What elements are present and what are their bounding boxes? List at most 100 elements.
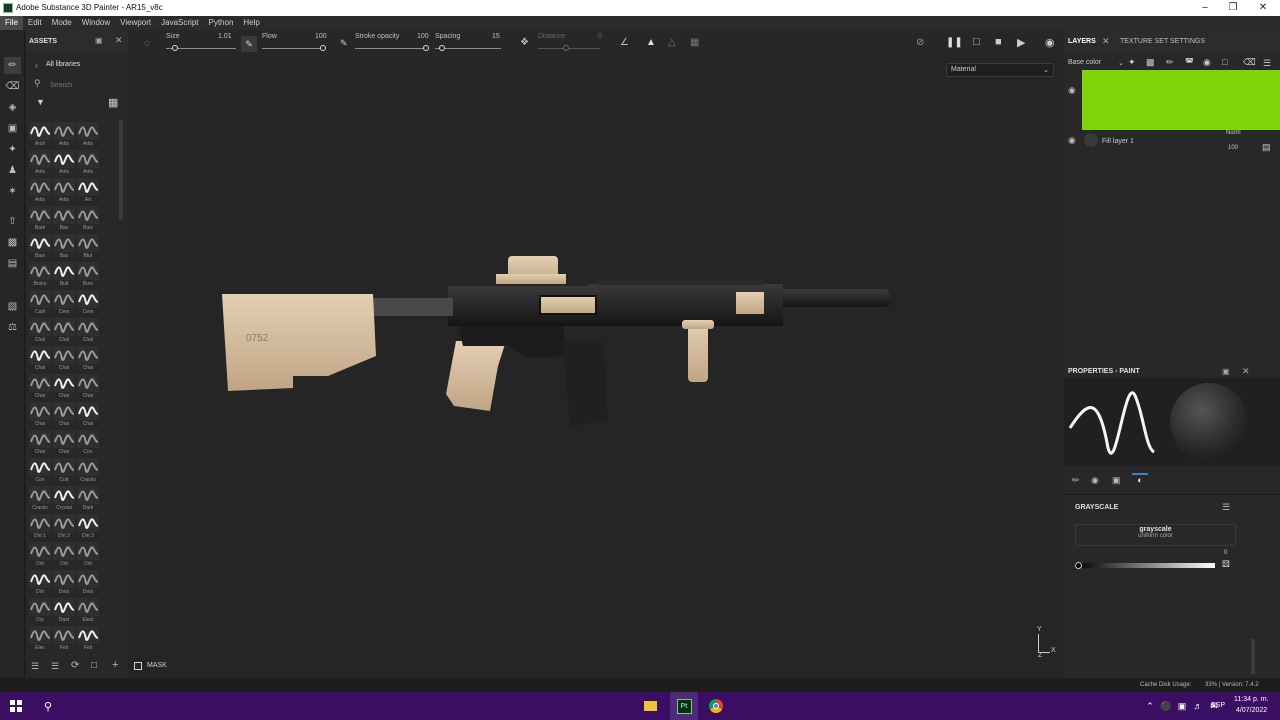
spacing-handle[interactable] xyxy=(439,45,445,51)
new-window-icon[interactable]: □ xyxy=(91,660,97,671)
close-panel-icon[interactable]: ✕ xyxy=(115,35,123,46)
brush-tile[interactable] xyxy=(29,598,51,616)
tab-texture-set-settings[interactable]: TEXTURE SET SETTINGS xyxy=(1120,38,1205,45)
shelf-icon[interactable]: ▧ xyxy=(4,298,21,315)
video-camera-icon[interactable]: ▶ xyxy=(1017,36,1025,49)
eraser-icon[interactable]: ⌫ xyxy=(4,78,21,95)
search-icon[interactable]: ⚲ xyxy=(40,698,56,714)
brush-tile[interactable] xyxy=(29,318,51,336)
brush-tile[interactable] xyxy=(77,514,99,532)
brush-tile[interactable] xyxy=(77,318,99,336)
network-icon[interactable]: ▣ xyxy=(1176,700,1188,712)
menu-edit[interactable]: Edit xyxy=(23,16,47,30)
material-dropdown[interactable]: Material ⌄ xyxy=(946,63,1054,77)
brush-tile[interactable] xyxy=(53,514,75,532)
brush-tile[interactable] xyxy=(53,290,75,308)
rifle-model[interactable]: 0752 xyxy=(208,246,908,446)
close-icon[interactable]: ✕ xyxy=(1248,1,1278,15)
size-slider-handle[interactable] xyxy=(172,45,178,51)
stack-icon[interactable]: ☰ xyxy=(51,661,59,672)
delete-layer-icon[interactable]: ⌫ xyxy=(1243,57,1256,68)
layer-eye-icon[interactable]: ◉ xyxy=(1068,135,1076,146)
float-panel-icon[interactable]: ▣ xyxy=(1222,367,1230,376)
file-explorer-icon[interactable] xyxy=(642,698,658,714)
layer-opacity[interactable]: 100 xyxy=(1228,145,1238,151)
brush-tile[interactable] xyxy=(53,346,75,364)
brush-tile[interactable] xyxy=(29,626,51,644)
brush-tile[interactable] xyxy=(29,262,51,280)
add-folder-icon[interactable]: □ xyxy=(1222,57,1227,67)
menu-python[interactable]: Python xyxy=(204,16,239,30)
brush-tile[interactable] xyxy=(53,318,75,336)
brush-tile[interactable] xyxy=(77,570,99,588)
clock-time[interactable]: 11:34 p. m. xyxy=(1234,696,1269,703)
texture-icon[interactable]: ▤ xyxy=(4,255,21,272)
add-icon[interactable]: + xyxy=(112,659,118,671)
brush-tile[interactable] xyxy=(29,486,51,504)
stroke-opacity-handle[interactable] xyxy=(423,45,429,51)
brush-tile[interactable] xyxy=(29,542,51,560)
section-menu-icon[interactable]: ☰ xyxy=(1222,502,1230,513)
brush-tile[interactable] xyxy=(77,178,99,196)
brush-tile[interactable] xyxy=(77,486,99,504)
grid-view-icon[interactable]: ▦ xyxy=(108,96,118,109)
brush-tile[interactable] xyxy=(29,290,51,308)
add-fill-layer-icon[interactable]: ◚ xyxy=(1185,57,1194,68)
grayscale-card[interactable]: grayscale uniform color xyxy=(1075,524,1236,546)
material-icon[interactable]: ◐ xyxy=(1132,473,1148,487)
alpha-icon[interactable]: ◉ xyxy=(1091,475,1099,486)
brush-tile[interactable] xyxy=(53,430,75,448)
stroke-opacity-slider[interactable] xyxy=(355,48,429,49)
brush-tile[interactable] xyxy=(53,374,75,392)
layer-name[interactable]: Fill layer 1 xyxy=(1102,138,1134,145)
add-mask-icon[interactable]: ▩ xyxy=(1146,57,1155,68)
windows-start-icon[interactable] xyxy=(8,698,24,714)
filter-icon[interactable]: ▼ xyxy=(36,97,45,107)
pen-pressure-icon[interactable]: ✎ xyxy=(241,36,257,52)
float-panel-icon[interactable]: ▣ xyxy=(95,36,103,45)
brush-icon[interactable]: ✏ xyxy=(1072,475,1080,486)
clock-date[interactable]: 4/07/2022 xyxy=(1236,707,1267,714)
menu-viewport[interactable]: Viewport xyxy=(115,16,156,30)
pen-icon[interactable]: ✎ xyxy=(340,38,348,49)
grayscale-slider[interactable] xyxy=(1075,563,1215,568)
random-seed-icon[interactable]: ⚄ xyxy=(1222,559,1230,570)
brush-tile[interactable] xyxy=(77,122,99,140)
effect-icon[interactable]: ✦ xyxy=(1128,57,1136,68)
refresh-icon[interactable]: ⟳ xyxy=(71,660,79,671)
menu-mode[interactable]: Mode xyxy=(47,16,77,30)
chrome-icon[interactable] xyxy=(708,698,724,714)
hide-ui-icon[interactable]: ⊘ xyxy=(916,37,924,48)
brush-tile[interactable] xyxy=(53,206,75,224)
tab-layers[interactable]: LAYERS xyxy=(1068,38,1096,45)
brush-tile[interactable] xyxy=(77,458,99,476)
stroke-opacity-value[interactable]: 100 xyxy=(417,33,429,40)
brush-tile[interactable] xyxy=(29,430,51,448)
library-label[interactable]: All libraries xyxy=(46,61,80,68)
fill-color-swatch[interactable] xyxy=(1082,70,1280,130)
screenshot-icon[interactable]: ◉ xyxy=(1045,36,1055,49)
brush-tile[interactable] xyxy=(29,206,51,224)
blend-mode[interactable]: Norm xyxy=(1226,130,1241,136)
brush-tile[interactable] xyxy=(29,150,51,168)
substance-painter-taskbar-icon[interactable]: Pt xyxy=(670,692,698,720)
brush-tile[interactable] xyxy=(29,402,51,420)
menu-file[interactable]: File xyxy=(0,16,23,30)
brush-tile[interactable] xyxy=(53,542,75,560)
size-value[interactable]: 1.01 xyxy=(218,33,232,40)
layer-properties-icon[interactable]: ▤ xyxy=(1262,142,1271,153)
spacing-value[interactable]: 15 xyxy=(492,33,500,40)
symmetry-options-icon[interactable]: ▦ xyxy=(690,37,699,48)
list-view-icon[interactable]: ☰ xyxy=(31,661,39,672)
export-icon[interactable]: ⇧ xyxy=(4,213,21,230)
brush-tile[interactable] xyxy=(77,374,99,392)
brush-tile[interactable] xyxy=(29,234,51,252)
brush-tile[interactable] xyxy=(29,122,51,140)
smudge-icon[interactable]: ✦ xyxy=(4,141,21,158)
mask-checkbox[interactable] xyxy=(134,662,142,670)
brush-tile[interactable] xyxy=(77,234,99,252)
brush-tile[interactable] xyxy=(53,402,75,420)
lazy-mouse-icon[interactable]: ❖ xyxy=(520,37,529,48)
brush-tile[interactable] xyxy=(53,598,75,616)
add-smart-material-icon[interactable]: ◉ xyxy=(1203,57,1211,68)
